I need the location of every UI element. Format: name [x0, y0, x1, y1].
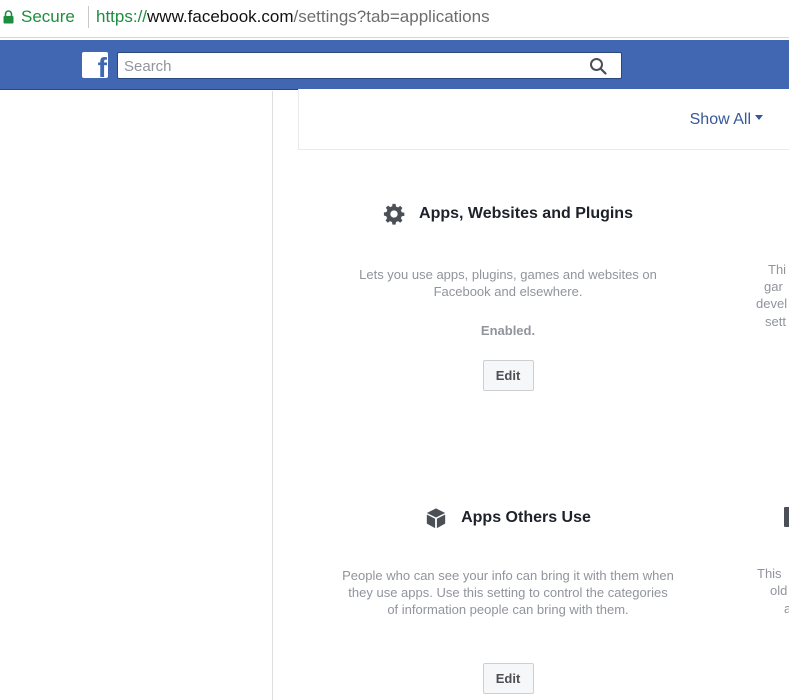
setting-apps-others-use: Apps Others Use People who can see your …: [324, 507, 692, 694]
edit-button[interactable]: Edit: [482, 360, 534, 391]
box-icon: [426, 508, 446, 529]
setting-title-row: Apps Others Use: [324, 507, 692, 533]
show-all-label: Show All: [689, 111, 751, 128]
peek-text-line: old: [770, 583, 788, 598]
url-text[interactable]: https://www.facebook.com/settings?tab=ap…: [96, 7, 490, 27]
peek-text-line: sett: [765, 314, 786, 329]
search-icon[interactable]: [589, 57, 607, 75]
setting-title: Apps, Websites and Plugins: [419, 205, 633, 222]
peek-text-line: devel: [756, 296, 788, 311]
secure-label: Secure: [21, 7, 75, 26]
search-input[interactable]: [124, 56, 574, 76]
setting-apps-websites-plugins: Apps, Websites and Plugins Lets you use …: [324, 203, 692, 391]
gear-icon: [383, 203, 405, 225]
caret-down-icon: [755, 115, 763, 121]
edit-button[interactable]: Edit: [482, 663, 534, 694]
search-box[interactable]: [117, 52, 622, 79]
url-host: www.facebook.com: [147, 7, 294, 26]
peek-text-line: Thi: [768, 262, 787, 277]
partial-icon: [784, 507, 789, 527]
browser-address-bar[interactable]: Secure https://www.facebook.com/settings…: [0, 0, 789, 38]
left-sidebar: [0, 91, 273, 700]
url-path: /settings?tab=applications: [293, 7, 490, 26]
setting-description: Lets you use apps, plugins, games and we…: [359, 267, 657, 299]
url-scheme: https://: [96, 7, 148, 26]
facebook-logo-icon[interactable]: f: [82, 52, 108, 78]
peek-text-line: gar: [764, 279, 783, 294]
url-separator: [88, 6, 89, 28]
logo-letter: f: [97, 52, 107, 79]
show-all-link[interactable]: Show All: [690, 111, 763, 129]
peek-text-line: This: [757, 566, 782, 581]
apps-list-card: Show All: [298, 89, 789, 150]
setting-status: Enabled.: [480, 323, 536, 338]
peek-text-line: a: [784, 601, 789, 616]
top-navigation-bar: f: [0, 40, 789, 90]
setting-title: Apps Others Use: [461, 509, 591, 526]
setting-description: People who can see your info can bring i…: [342, 568, 674, 617]
lock-icon: [3, 10, 14, 24]
setting-title-row: Apps, Websites and Plugins: [324, 203, 692, 229]
